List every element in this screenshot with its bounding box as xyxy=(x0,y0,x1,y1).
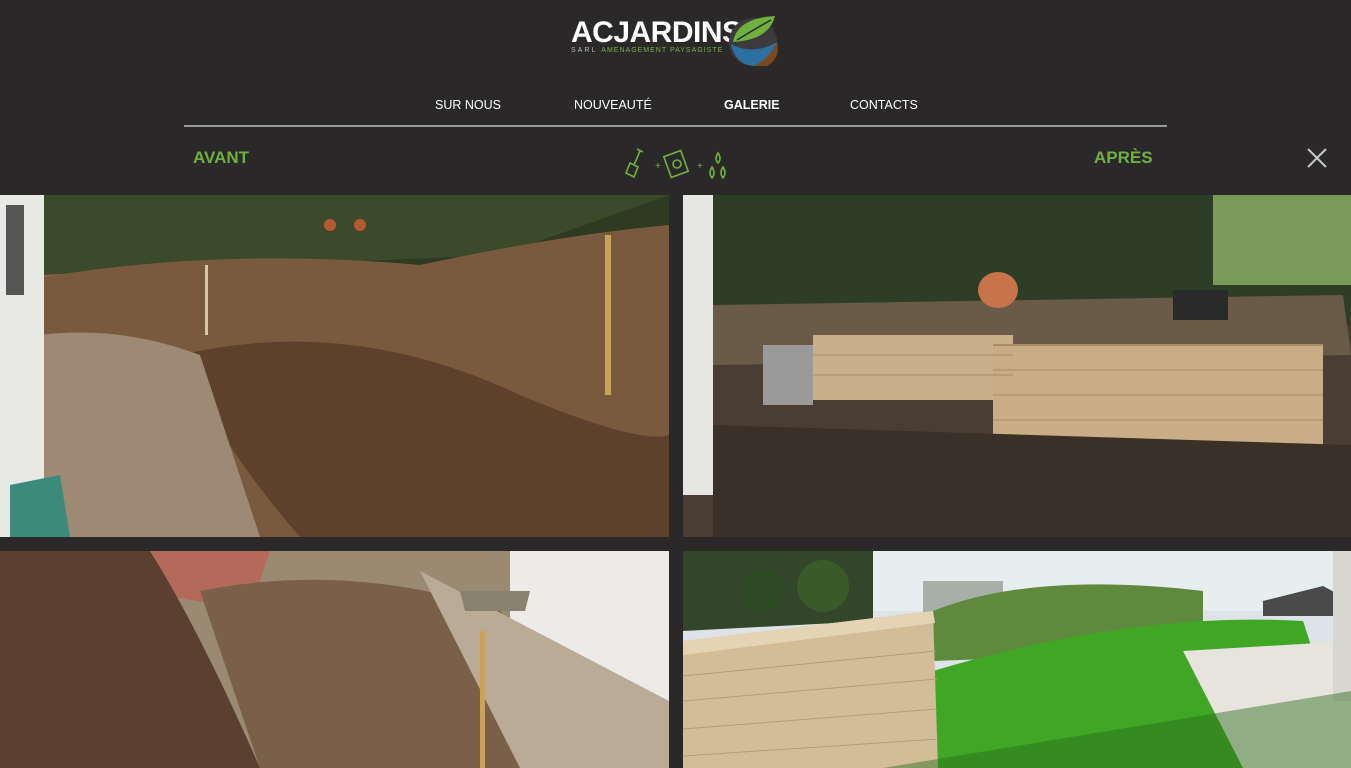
photo-excavated-slope xyxy=(0,551,669,768)
nav-divider xyxy=(184,125,1167,127)
leaf-logo-icon xyxy=(729,16,778,66)
nav-nouveaute[interactable]: NOUVEAUTÉ xyxy=(574,98,652,112)
photo-stone-wall xyxy=(683,195,1351,537)
nav-contacts[interactable]: CONTACTS xyxy=(850,98,918,112)
close-icon[interactable] xyxy=(1305,146,1329,170)
gallery-photo-before-2[interactable] xyxy=(0,551,669,768)
brand-tagline-row: SARL AMENAGEMENT PAYSAGISTE xyxy=(571,47,723,54)
brand-name: ACJARDINS xyxy=(571,16,742,49)
water-drops-icon xyxy=(709,151,726,180)
photo-excavated-soil xyxy=(0,195,669,537)
main-nav: SUR NOUS NOUVEAUTÉ GALERIE CONTACTS xyxy=(184,88,1167,124)
brand-logo[interactable]: ACJARDINS SARL AMENAGEMENT PAYSAGISTE xyxy=(571,12,781,68)
nav-galerie[interactable]: GALERIE xyxy=(724,98,780,112)
brand-sarl: SARL xyxy=(571,47,598,54)
gallery-photo-after-2[interactable] xyxy=(683,551,1351,768)
svg-text:+: + xyxy=(697,161,703,172)
gallery-photo-before-1[interactable] xyxy=(0,195,669,537)
seed-icon xyxy=(662,149,690,179)
photo-finished-lawn xyxy=(683,551,1351,768)
gallery-photo-after-1[interactable] xyxy=(683,195,1351,537)
before-label: AVANT xyxy=(193,148,250,167)
svg-text:+: + xyxy=(655,161,661,172)
process-icons: + + xyxy=(624,148,726,180)
brand-tagline: AMENAGEMENT PAYSAGISTE xyxy=(601,47,724,54)
shovel-icon xyxy=(624,148,644,179)
after-label: APRÈS xyxy=(1094,148,1153,167)
nav-sur-nous[interactable]: SUR NOUS xyxy=(435,98,501,112)
site-header: ACJARDINS SARL AMENAGEMENT PAYSAGISTE SUR… xyxy=(0,0,1351,195)
